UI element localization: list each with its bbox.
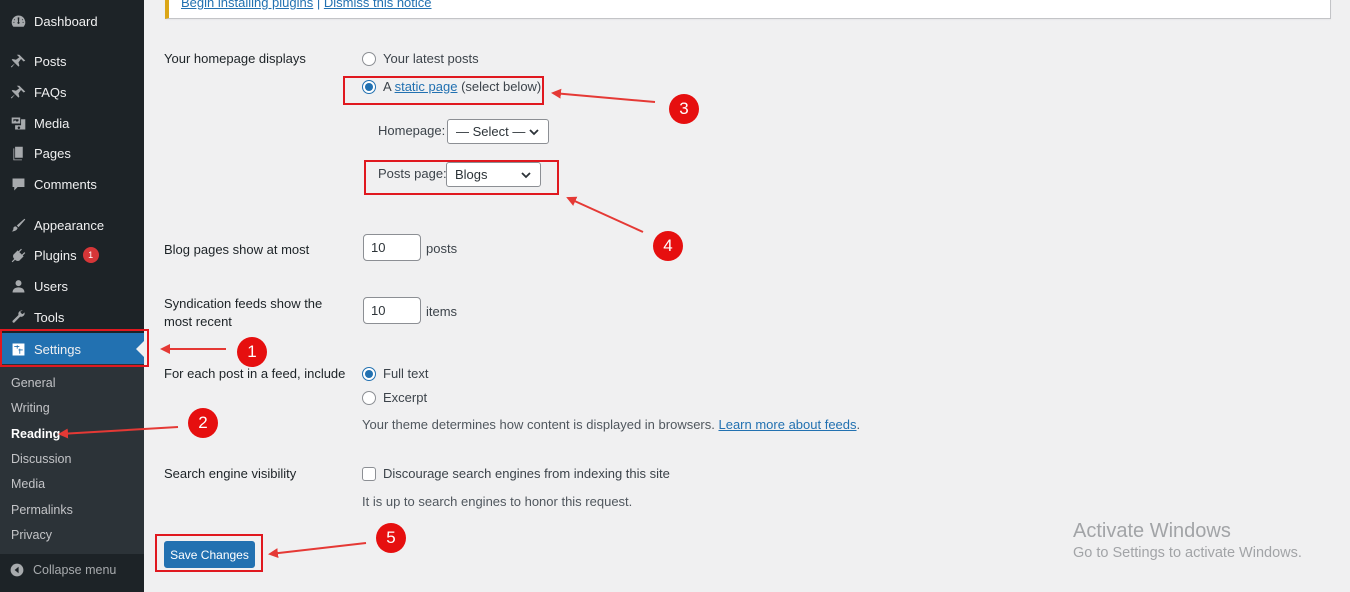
settings-icon bbox=[8, 339, 28, 359]
pages-icon bbox=[8, 143, 28, 163]
sidebar-item-label: Dashboard bbox=[34, 13, 98, 29]
wrench-icon bbox=[8, 307, 28, 327]
submenu-item-general[interactable]: General bbox=[11, 376, 55, 390]
save-changes-button[interactable]: Save Changes bbox=[164, 541, 255, 568]
activate-windows-title: Activate Windows bbox=[1073, 520, 1231, 542]
sidebar-item-faqs[interactable]: FAQs bbox=[0, 77, 144, 107]
radio-latest-posts-row: Your latest posts bbox=[362, 51, 479, 66]
homepage-select-value: — Select — bbox=[456, 124, 526, 139]
activate-windows-subtitle: Go to Settings to activate Windows. bbox=[1073, 545, 1302, 561]
sidebar-item-dashboard[interactable]: Dashboard bbox=[0, 6, 144, 36]
user-icon bbox=[8, 276, 28, 296]
sidebar-item-label: Media bbox=[34, 115, 70, 131]
blog-pages-label: Blog pages show at most bbox=[164, 242, 310, 257]
arrow-3 bbox=[551, 88, 656, 103]
sidebar-item-users[interactable]: Users bbox=[0, 271, 144, 301]
annotation-badge-3: 3 bbox=[669, 94, 699, 124]
radio-static-prefix: A bbox=[383, 79, 395, 94]
sidebar-item-label: Users bbox=[34, 278, 68, 294]
sidebar-item-label: FAQs bbox=[34, 84, 67, 100]
blog-pages-suffix: posts bbox=[426, 241, 458, 256]
collapse-label: Collapse menu bbox=[33, 563, 117, 577]
radio-full-text-row: Full text bbox=[362, 366, 429, 381]
homepage-select[interactable]: — Select — bbox=[447, 119, 549, 144]
homepage-displays-label: Your homepage displays bbox=[164, 51, 306, 66]
submenu-item-discussion[interactable]: Discussion bbox=[11, 452, 71, 466]
sidebar-item-comments[interactable]: Comments bbox=[0, 169, 144, 199]
sidebar-item-label: Tools bbox=[34, 309, 65, 325]
sidebar-item-plugins[interactable]: Plugins 1 bbox=[0, 240, 144, 270]
sidebar-item-label: Pages bbox=[34, 145, 71, 161]
syndication-label: Syndication feeds show the most recent bbox=[164, 296, 323, 329]
sidebar-item-pages[interactable]: Pages bbox=[0, 138, 144, 168]
search-visibility-description: It is up to search engines to honor this… bbox=[362, 494, 633, 509]
plugin-notice: Begin installing plugins | Dismiss this … bbox=[165, 0, 1331, 19]
active-menu-pointer bbox=[136, 341, 144, 357]
sidebar-item-settings[interactable]: Settings bbox=[0, 333, 144, 365]
sidebar-item-label: Appearance bbox=[34, 217, 105, 233]
feed-description: Your theme determines how content is dis… bbox=[362, 417, 861, 432]
posts-page-select[interactable]: Blogs bbox=[446, 162, 541, 187]
annotation-badge-2: 2 bbox=[188, 408, 218, 438]
annotation-badge-1: 1 bbox=[237, 337, 267, 367]
syndication-input[interactable]: 10 bbox=[363, 297, 421, 324]
syndication-suffix: items bbox=[426, 304, 458, 319]
radio-latest-posts[interactable] bbox=[362, 51, 376, 66]
collapse-icon bbox=[8, 561, 26, 579]
submenu-item-writing[interactable]: Writing bbox=[11, 401, 50, 415]
sidebar-item-tools[interactable]: Tools bbox=[0, 302, 144, 332]
radio-excerpt[interactable] bbox=[362, 390, 376, 405]
sidebar-item-label: Settings bbox=[34, 341, 81, 357]
admin-sidebar: Dashboard Posts FAQs Media Pages Comment… bbox=[0, 0, 144, 592]
sidebar-item-posts[interactable]: Posts bbox=[0, 46, 144, 76]
comments-icon bbox=[8, 174, 28, 194]
radio-static-suffix: (select below) bbox=[457, 79, 542, 94]
annotation-badge-5: 5 bbox=[376, 523, 406, 553]
brush-icon bbox=[8, 215, 28, 235]
plugins-update-badge: 1 bbox=[82, 247, 99, 263]
sidebar-item-media[interactable]: Media bbox=[0, 108, 144, 138]
learn-more-feeds-link[interactable]: Learn more about feeds bbox=[718, 417, 856, 432]
posts-page-select-label: Posts page: bbox=[378, 166, 447, 181]
feed-include-label: For each post in a feed, include bbox=[164, 366, 346, 381]
blog-pages-input[interactable]: 10 bbox=[363, 234, 421, 261]
posts-page-select-value: Blogs bbox=[455, 167, 488, 182]
discourage-search-label: Discourage search engines from indexing … bbox=[383, 466, 670, 481]
annotation-badge-4: 4 bbox=[653, 231, 683, 261]
arrow-4 bbox=[566, 196, 644, 233]
sidebar-item-label: Posts bbox=[34, 53, 67, 69]
search-visibility-label: Search engine visibility bbox=[164, 466, 297, 481]
discourage-search-row: Discourage search engines from indexing … bbox=[362, 466, 670, 481]
arrow-5 bbox=[268, 542, 367, 559]
submenu-item-reading[interactable]: Reading bbox=[11, 427, 60, 441]
radio-static-page-row: A static page (select below) bbox=[362, 79, 541, 94]
discourage-search-checkbox[interactable] bbox=[362, 466, 376, 481]
radio-excerpt-label: Excerpt bbox=[383, 390, 428, 405]
static-page-link[interactable]: static page bbox=[395, 79, 458, 94]
radio-full-text[interactable] bbox=[362, 366, 376, 381]
submenu-item-media[interactable]: Media bbox=[11, 477, 45, 491]
sidebar-item-appearance[interactable]: Appearance bbox=[0, 210, 144, 240]
plugin-icon bbox=[8, 245, 28, 265]
chevron-down-icon bbox=[520, 169, 532, 181]
notice-separator: | bbox=[313, 0, 324, 10]
submenu-item-permalinks[interactable]: Permalinks bbox=[11, 503, 73, 517]
sidebar-item-label: Plugins bbox=[34, 247, 77, 263]
radio-full-text-label: Full text bbox=[383, 366, 429, 381]
sidebar-item-label: Comments bbox=[34, 176, 97, 192]
submenu-item-privacy[interactable]: Privacy bbox=[11, 528, 52, 542]
chevron-down-icon bbox=[528, 126, 540, 138]
settings-submenu: General Writing Reading Discussion Media… bbox=[0, 364, 144, 554]
media-icon bbox=[8, 113, 28, 133]
dismiss-notice-link[interactable]: Dismiss this notice bbox=[324, 0, 432, 10]
pin-icon bbox=[8, 82, 28, 102]
dashboard-icon bbox=[8, 11, 28, 31]
radio-static-page[interactable] bbox=[362, 79, 376, 94]
radio-excerpt-row: Excerpt bbox=[362, 390, 427, 405]
begin-installing-plugins-link[interactable]: Begin installing plugins bbox=[181, 0, 313, 10]
collapse-menu-button[interactable]: Collapse menu bbox=[0, 556, 144, 584]
homepage-select-label: Homepage: bbox=[378, 123, 446, 138]
pin-icon bbox=[8, 51, 28, 71]
radio-latest-posts-label: Your latest posts bbox=[383, 51, 479, 66]
